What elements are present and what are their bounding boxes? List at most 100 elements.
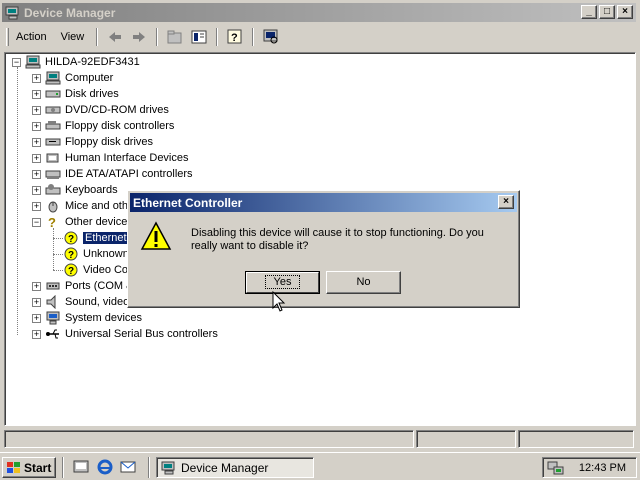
- dialog-close-button[interactable]: ×: [498, 195, 514, 209]
- tree-expander[interactable]: +: [32, 314, 41, 323]
- menu-view[interactable]: View: [54, 31, 92, 43]
- hid-icon: [46, 153, 59, 163]
- tree-item[interactable]: Floppy disk controllers: [45, 118, 174, 134]
- internet-explorer-icon[interactable]: [97, 459, 114, 475]
- tree-item[interactable]: Universal Serial Bus controllers: [45, 326, 218, 342]
- taskbar-separator: [148, 457, 150, 478]
- window-titlebar[interactable]: Device Manager _ □ ×: [2, 3, 636, 22]
- tree-item-label: Video Co: [83, 264, 129, 276]
- yes-button-label: Yes: [264, 275, 301, 289]
- tree-expander[interactable]: −: [32, 218, 41, 227]
- svg-text:?: ?: [68, 266, 74, 277]
- tree-item-label: Other device: [65, 216, 128, 228]
- system-icon: [46, 311, 60, 325]
- tree-item[interactable]: Sound, video: [45, 294, 129, 310]
- tree-item[interactable]: System devices: [45, 310, 142, 326]
- tree-connector: [53, 238, 63, 239]
- tree-expander[interactable]: +: [32, 154, 41, 163]
- tree-expander[interactable]: +: [32, 90, 41, 99]
- dialog-title: Ethernet Controller: [133, 195, 243, 210]
- tree-connector: [53, 270, 63, 271]
- maximize-button[interactable]: □: [599, 5, 615, 19]
- tree-item[interactable]: ? Other device: [45, 214, 127, 230]
- outlook-express-icon[interactable]: [120, 459, 137, 475]
- tree-connector: [17, 67, 18, 335]
- status-bar: [4, 430, 636, 448]
- tree-item-label: Unknown: [83, 248, 129, 260]
- menu-action-label: Action: [16, 31, 47, 43]
- tree-expander[interactable]: +: [32, 122, 41, 131]
- status-pane-main: [4, 430, 414, 448]
- tree-expander[interactable]: +: [32, 330, 41, 339]
- tree-item[interactable]: Ports (COM &: [45, 278, 133, 294]
- svg-text:?: ?: [68, 234, 74, 245]
- tree-item[interactable]: Floppy disk drives: [45, 134, 153, 150]
- close-button[interactable]: ×: [617, 5, 633, 19]
- tree-connector: [53, 254, 63, 255]
- properties-icon[interactable]: [190, 29, 208, 45]
- help-icon[interactable]: ?: [226, 29, 244, 45]
- network-tray-icon[interactable]: [547, 460, 565, 476]
- forward-icon[interactable]: [130, 29, 148, 45]
- tree-item-label: Mice and oth: [65, 200, 128, 212]
- svg-text:?: ?: [68, 250, 74, 261]
- tree-item-label: Keyboards: [65, 184, 118, 196]
- floppy-controller-icon: [45, 121, 61, 130]
- tree-item[interactable]: Keyboards: [45, 182, 118, 198]
- tree-item[interactable]: ? Video Co: [63, 262, 128, 278]
- tree-item-label: DVD/CD-ROM drives: [65, 104, 169, 116]
- taskbar: Start Device Manager 12:43 PM: [0, 452, 640, 480]
- warning-device-icon: ?: [64, 231, 78, 245]
- scan-icon[interactable]: [262, 29, 280, 45]
- up-icon[interactable]: [166, 29, 184, 45]
- no-button[interactable]: No: [326, 271, 401, 294]
- tree-root[interactable]: HILDA-92EDF3431: [25, 54, 140, 70]
- tree-item-label: Disk drives: [65, 88, 119, 100]
- tree-item[interactable]: Disk drives: [45, 86, 119, 102]
- menu-view-label: View: [60, 31, 85, 43]
- mouse-icon: [48, 201, 58, 213]
- status-pane-3: [518, 430, 634, 448]
- window-title: Device Manager: [24, 5, 116, 20]
- device-manager-icon: [5, 6, 19, 19]
- toolbar-separator: [252, 28, 255, 46]
- clock[interactable]: 12:43 PM: [579, 462, 626, 474]
- sound-icon: [46, 295, 56, 309]
- toolbar-separator: [156, 28, 159, 46]
- confirm-dialog: Ethernet Controller × Disabling this dev…: [127, 190, 520, 308]
- tree-expander[interactable]: +: [32, 170, 41, 179]
- menu-toolbar: Action View ?: [2, 24, 636, 50]
- dialog-titlebar[interactable]: Ethernet Controller ×: [130, 193, 517, 212]
- computer-icon: [25, 55, 41, 69]
- tree-item-label: Sound, video: [65, 296, 130, 308]
- tree-item[interactable]: ? Ethernet: [63, 230, 129, 246]
- tree-item[interactable]: Computer: [45, 70, 113, 86]
- show-desktop-icon[interactable]: [73, 459, 90, 475]
- tree-item[interactable]: ? Unknown: [63, 246, 129, 262]
- no-button-label: No: [356, 276, 371, 288]
- tree-expander[interactable]: +: [32, 138, 41, 147]
- tree-expander[interactable]: +: [32, 186, 41, 195]
- back-icon[interactable]: [106, 29, 124, 45]
- floppy-icon: [45, 138, 61, 146]
- tree-expander[interactable]: +: [32, 282, 41, 291]
- tree-item[interactable]: IDE ATA/ATAPI controllers: [45, 166, 193, 182]
- tree-expander[interactable]: +: [32, 202, 41, 211]
- taskbar-device-manager[interactable]: Device Manager: [156, 457, 314, 478]
- start-button[interactable]: Start: [2, 457, 56, 478]
- tree-expander[interactable]: +: [32, 74, 41, 83]
- menu-action[interactable]: Action: [9, 31, 54, 43]
- warning-device-icon: ?: [64, 247, 78, 261]
- tree-root-label: HILDA-92EDF3431: [45, 56, 140, 68]
- tree-expander[interactable]: +: [32, 298, 41, 307]
- mouse-cursor-icon: [272, 291, 286, 312]
- tree-item[interactable]: Mice and oth: [45, 198, 128, 214]
- minimize-button[interactable]: _: [581, 5, 597, 19]
- tree-item[interactable]: Human Interface Devices: [45, 150, 189, 166]
- tree-item[interactable]: DVD/CD-ROM drives: [45, 102, 169, 118]
- tree-item-label: Ports (COM &: [65, 280, 134, 292]
- root-expander[interactable]: −: [12, 58, 21, 67]
- tree-expander[interactable]: +: [32, 106, 41, 115]
- windows-logo-icon: [7, 461, 20, 473]
- tree-item-label: Computer: [65, 72, 114, 84]
